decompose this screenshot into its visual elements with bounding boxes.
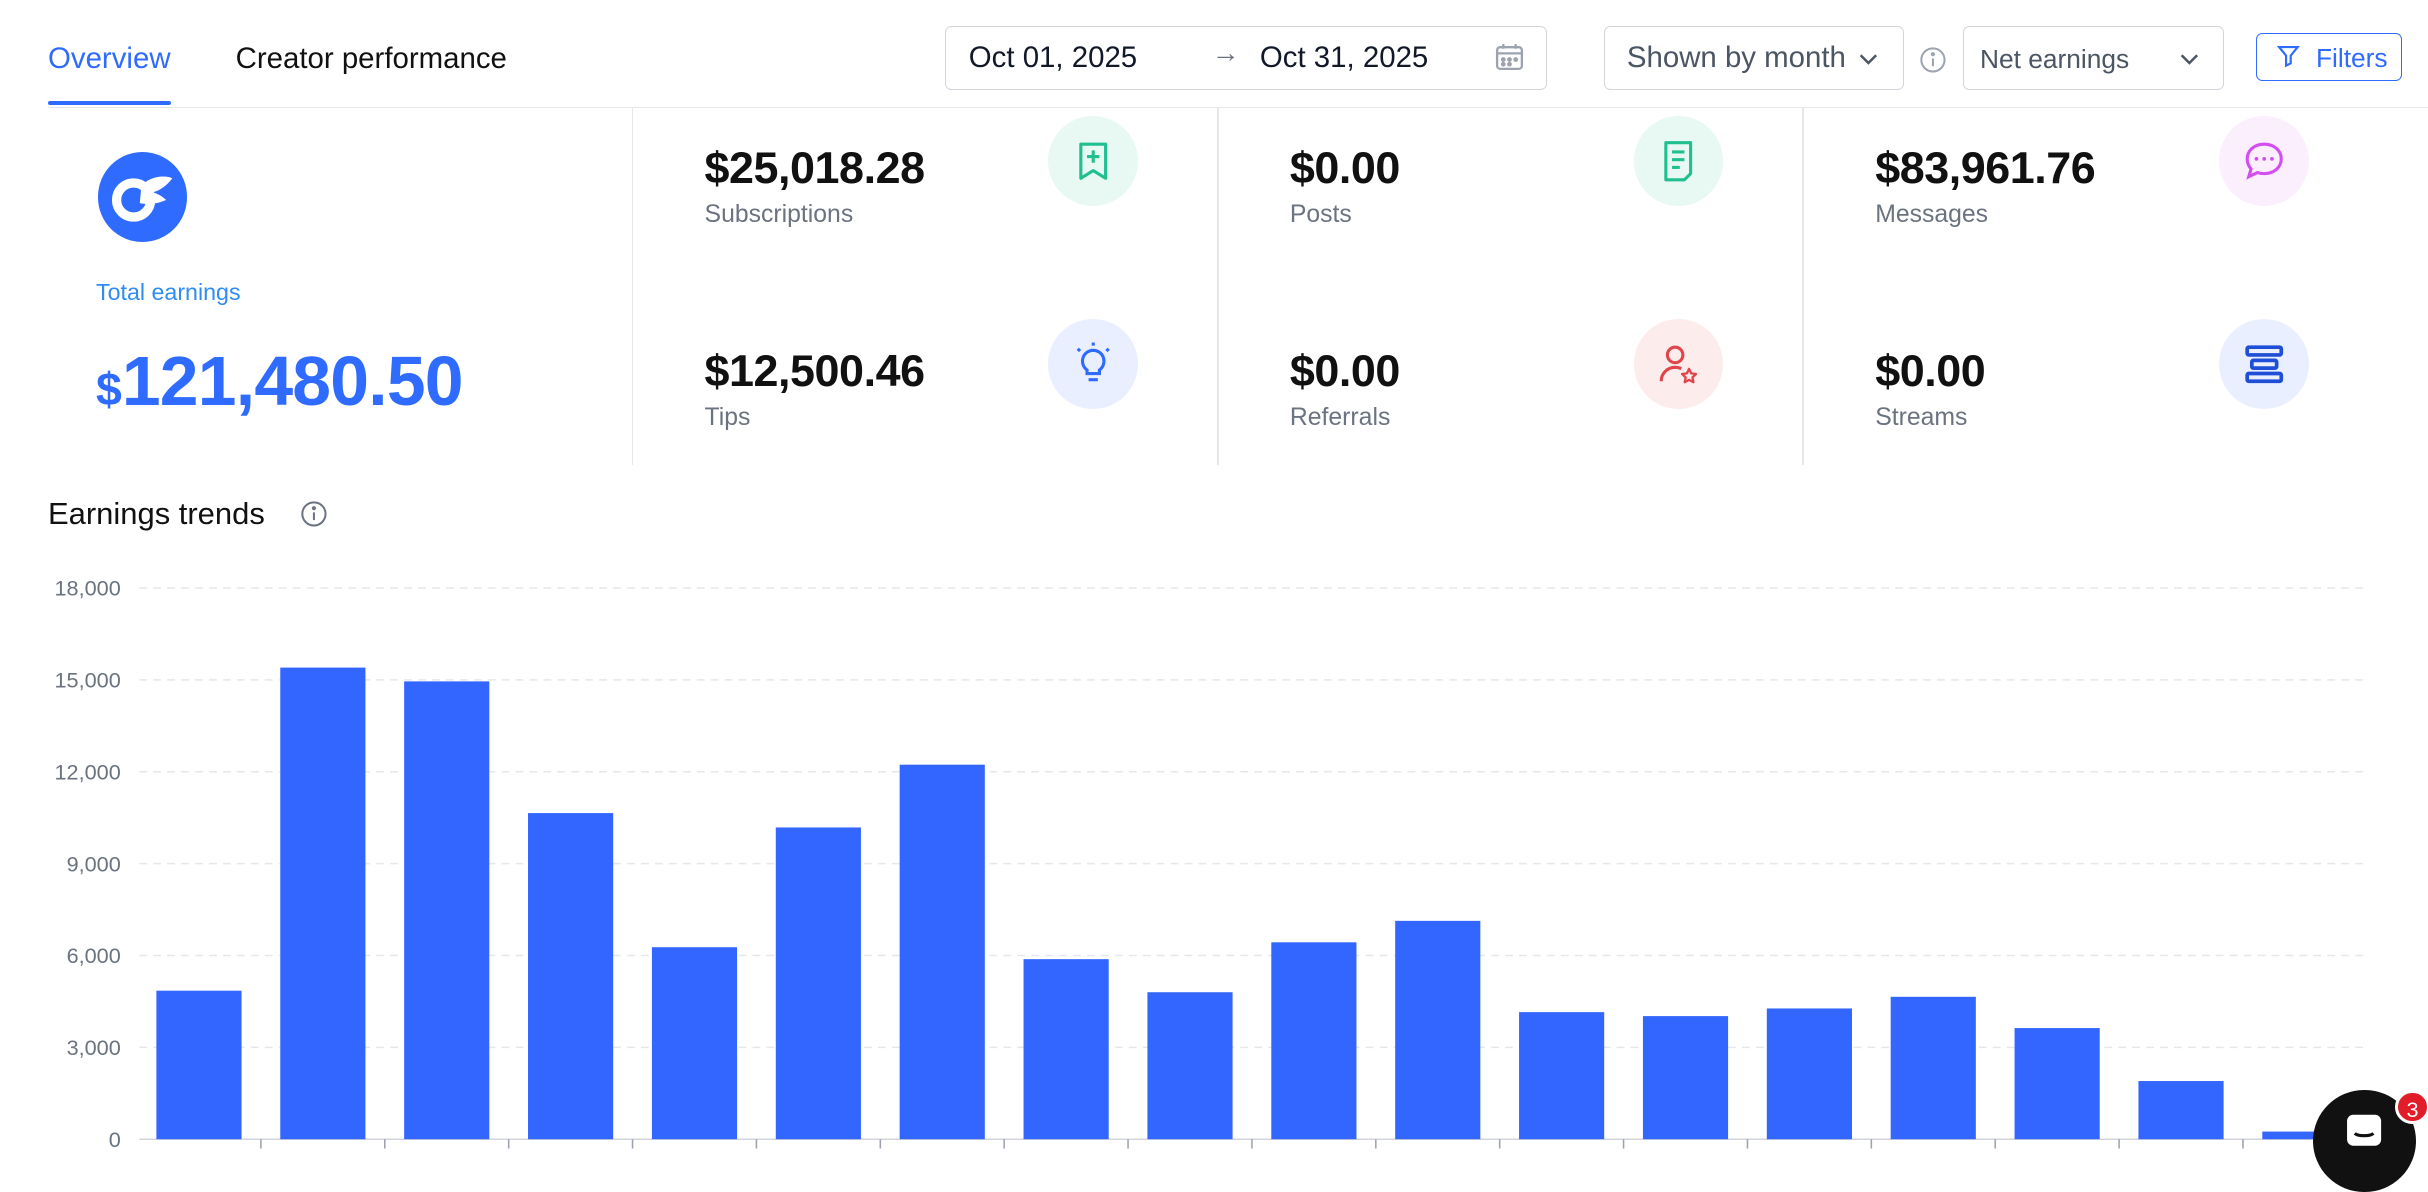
chevron-down-icon: [1856, 46, 1881, 78]
stat-value: $25,018.28: [704, 142, 925, 194]
total-earnings-label: Total earnings: [96, 278, 241, 305]
info-icon[interactable]: [1919, 46, 1947, 81]
currency-symbol: $: [96, 362, 122, 415]
bar[interactable]: [1023, 959, 1109, 1140]
calendar-icon[interactable]: [1494, 41, 1525, 79]
tab-list: Overview Creator performance: [48, 0, 507, 108]
shown-by-select[interactable]: Shown by month: [1604, 26, 1904, 91]
stat-value: $0.00: [1289, 142, 1400, 194]
chat-bubble-icon: [2218, 116, 2309, 206]
bar[interactable]: [1890, 997, 1976, 1140]
chart-canvas: 0 3,000 6,000 9,000 12,000 15,000 18,000: [55, 576, 2368, 1152]
info-icon[interactable]: [300, 500, 328, 535]
lightbulb-icon: [1048, 318, 1139, 409]
start-date[interactable]: Oct 01, 2025: [969, 41, 1137, 75]
bar[interactable]: [2138, 1081, 2224, 1140]
bar[interactable]: [1395, 921, 1481, 1140]
section-title: Earnings trends: [48, 495, 265, 531]
bar[interactable]: [1271, 942, 1357, 1140]
bar[interactable]: [775, 827, 861, 1140]
filter-funnel-icon: [2276, 44, 2301, 76]
bar[interactable]: [156, 991, 242, 1140]
tab-creator-performance[interactable]: Creator performance: [236, 0, 507, 108]
bar[interactable]: [1519, 1012, 1605, 1140]
date-range-picker[interactable]: Oct 01, 2025 → Oct 31, 2025: [944, 26, 1548, 91]
stat-value: $12,500.46: [704, 345, 925, 397]
stat-messages: $83,961.76 Messages: [1875, 116, 2386, 266]
stat-label: Streams: [1875, 404, 1968, 432]
column-divider: [631, 108, 634, 465]
stat-label: Posts: [1289, 201, 1352, 229]
y-tick-label: 15,000: [55, 668, 121, 693]
notification-badge: 3: [2395, 1090, 2428, 1125]
bar[interactable]: [280, 668, 366, 1140]
document-icon: [1633, 116, 1724, 206]
bar[interactable]: [1642, 1016, 1729, 1140]
y-tick-label: 18,000: [55, 576, 121, 601]
stat-value: $83,961.76: [1875, 142, 2096, 194]
y-tick-label: 12,000: [55, 760, 121, 785]
chevron-down-icon: [2177, 46, 2202, 78]
top-bar: Overview Creator performance Oct 01, 202…: [0, 0, 2428, 109]
earnings-type-value: Net earnings: [1979, 44, 2130, 75]
stat-value: $0.00: [1289, 345, 1400, 397]
bar[interactable]: [1766, 1008, 1852, 1140]
stat-subscriptions: $25,018.28 Subscriptions: [704, 116, 1216, 266]
stat-label: Subscriptions: [704, 201, 854, 229]
tab-overview[interactable]: Overview: [48, 0, 171, 108]
earnings-type-select[interactable]: Net earnings: [1963, 26, 2225, 91]
total-earnings-value: $121,480.50: [96, 341, 464, 421]
bar[interactable]: [1147, 992, 1233, 1140]
stat-label: Referrals: [1289, 404, 1391, 432]
brand-logo-icon: [97, 151, 188, 242]
user-star-icon: [1633, 318, 1724, 409]
stat-streams: $0.00 Streams: [1875, 318, 2386, 469]
column-divider: [1802, 108, 1804, 465]
y-tick-label: 0: [109, 1127, 121, 1152]
bar[interactable]: [528, 813, 614, 1140]
bookmark-plus-icon: [1048, 116, 1139, 206]
end-date[interactable]: Oct 31, 2025: [1260, 41, 1428, 75]
bar[interactable]: [651, 947, 738, 1140]
y-tick-label: 6,000: [67, 944, 121, 969]
filters-button[interactable]: Filters: [2256, 32, 2403, 81]
bar[interactable]: [404, 681, 490, 1140]
stat-label: Messages: [1875, 201, 1989, 229]
bar[interactable]: [899, 765, 985, 1140]
y-tick-label: 3,000: [67, 1036, 121, 1061]
total-earnings-amount: 121,480.50: [121, 341, 464, 420]
stat-tips: $12,500.46 Tips: [704, 318, 1216, 469]
stat-value: $0.00: [1875, 345, 1986, 397]
total-earnings-card: Total earnings $121,480.50: [48, 108, 632, 464]
streams-bars-icon: [2218, 318, 2309, 409]
earnings-bar-chart: 0 3,000 6,000 9,000 12,000 15,000 18,000: [0, 557, 2428, 1152]
filters-label: Filters: [2315, 42, 2388, 73]
bar[interactable]: [2014, 1028, 2100, 1140]
stat-posts: $0.00 Posts: [1289, 116, 1801, 266]
stat-referrals: $0.00 Referrals: [1289, 318, 1801, 469]
stat-label: Tips: [704, 404, 751, 432]
range-arrow-icon: →: [1211, 36, 1240, 68]
y-tick-label: 9,000: [67, 852, 121, 877]
shown-by-value: Shown by month: [1626, 41, 1846, 75]
column-divider: [1217, 108, 1219, 465]
